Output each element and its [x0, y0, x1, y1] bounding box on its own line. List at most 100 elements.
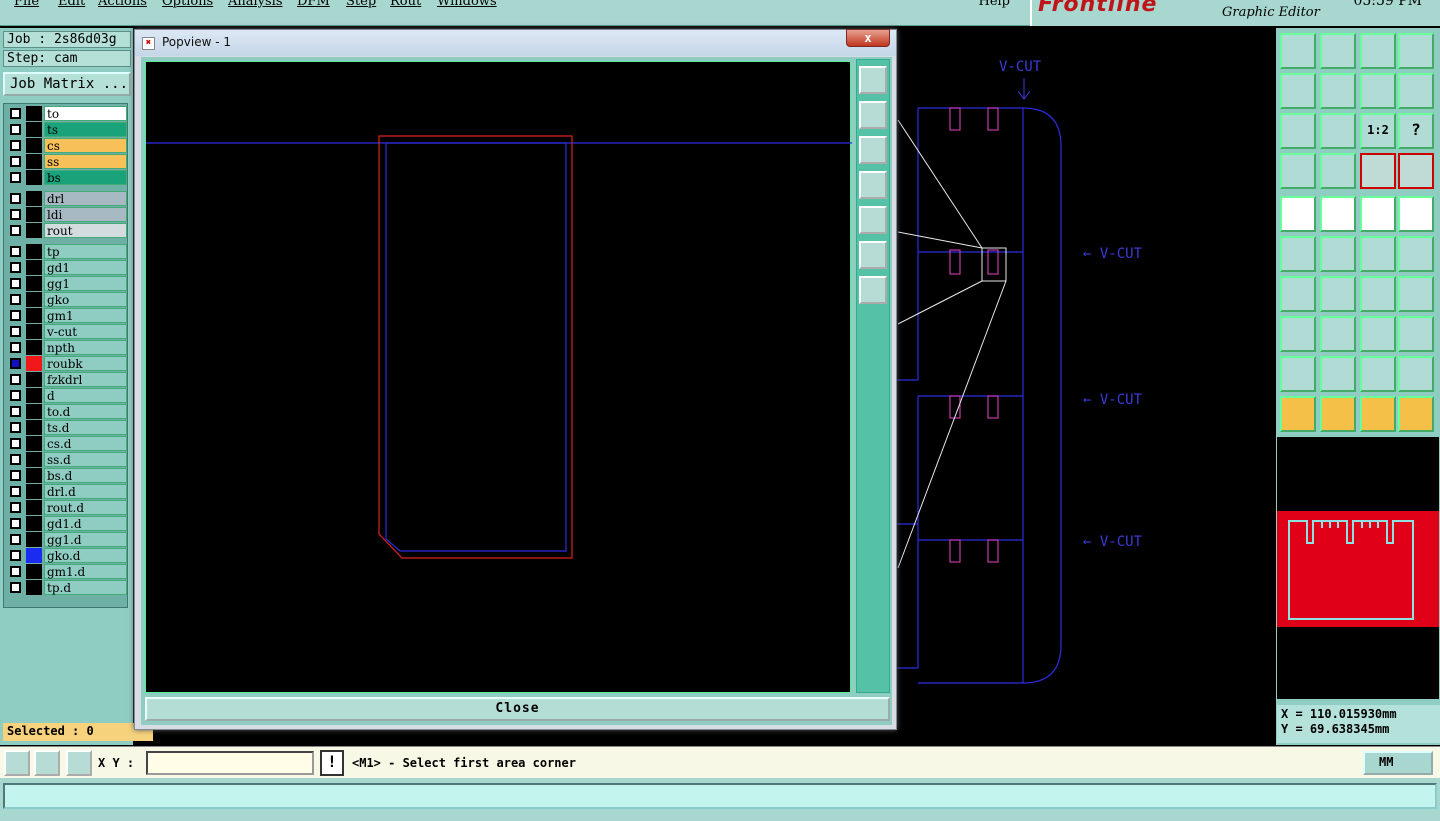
- select-poly-icon[interactable]: [1360, 396, 1396, 432]
- layer-name[interactable]: tp.d: [44, 580, 127, 595]
- layer-row[interactable]: cs.d: [7, 436, 127, 451]
- minimap[interactable]: [1277, 437, 1439, 699]
- layer-name[interactable]: tp: [44, 244, 127, 259]
- layer-checkbox[interactable]: [10, 550, 21, 561]
- layer-name[interactable]: gm1: [44, 308, 127, 323]
- layer-name[interactable]: gko.d: [44, 548, 127, 563]
- pan-left-icon[interactable]: [859, 171, 887, 199]
- menu-file[interactable]: File: [14, 0, 39, 9]
- fit-icon[interactable]: [1280, 113, 1316, 149]
- menu-dfm[interactable]: DFM: [297, 0, 330, 9]
- pan-up-icon[interactable]: [859, 101, 887, 129]
- layer-row[interactable]: d: [7, 388, 127, 403]
- settings-icon[interactable]: [1280, 153, 1316, 189]
- layer-checkbox[interactable]: [10, 225, 21, 236]
- menu-step[interactable]: Step: [346, 0, 376, 9]
- angle-tool-icon[interactable]: [1280, 276, 1316, 312]
- layer-checkbox[interactable]: [10, 438, 21, 449]
- delete-icon[interactable]: [1320, 236, 1356, 272]
- circle-icon[interactable]: [1398, 196, 1434, 232]
- layer-name[interactable]: ss: [44, 154, 127, 169]
- layer-row[interactable]: v-cut: [7, 324, 127, 339]
- step-back-icon[interactable]: [1280, 73, 1316, 109]
- layer-checkbox[interactable]: [10, 406, 21, 417]
- zoom-in-icon[interactable]: [859, 241, 887, 269]
- pad-icon[interactable]: [1280, 196, 1316, 232]
- close-icon[interactable]: x: [846, 29, 890, 47]
- layer-row[interactable]: ss.d: [7, 452, 127, 467]
- layer-checkbox[interactable]: [10, 502, 21, 513]
- close-button[interactable]: Close: [145, 697, 890, 721]
- layer-row[interactable]: gg1.d: [7, 532, 127, 547]
- layer-row[interactable]: gg1: [7, 276, 127, 291]
- ratio-icon[interactable]: 1:2: [1360, 113, 1396, 149]
- snap-red2-icon[interactable]: [1398, 153, 1434, 189]
- layer-checkbox[interactable]: [10, 374, 21, 385]
- layer-row[interactable]: to: [7, 106, 127, 121]
- layer-row[interactable]: roubk: [7, 356, 127, 371]
- layer-row[interactable]: drl.d: [7, 484, 127, 499]
- layer-row[interactable]: ts.d: [7, 420, 127, 435]
- angle-icon[interactable]: [34, 750, 60, 776]
- layer-row[interactable]: tp: [7, 244, 127, 259]
- layer-row[interactable]: gm1.d: [7, 564, 127, 579]
- layer-checkbox[interactable]: [10, 566, 21, 577]
- layer-checkbox[interactable]: [10, 486, 21, 497]
- layer-name[interactable]: gd1: [44, 260, 127, 275]
- layer-row[interactable]: gd1: [7, 260, 127, 275]
- layer-checkbox[interactable]: [10, 124, 21, 135]
- layer-row[interactable]: gm1: [7, 308, 127, 323]
- undo-view-icon[interactable]: [1360, 73, 1396, 109]
- layer-checkbox[interactable]: [10, 582, 21, 593]
- pan-down-icon[interactable]: [859, 136, 887, 164]
- split-view-icon[interactable]: [1398, 33, 1434, 69]
- layer-row[interactable]: gko.d: [7, 548, 127, 563]
- layer-name[interactable]: to: [44, 106, 127, 121]
- layer-row[interactable]: drl: [7, 191, 127, 206]
- layer-name[interactable]: ts.d: [44, 420, 127, 435]
- layer-name[interactable]: cs.d: [44, 436, 127, 451]
- layer-checkbox[interactable]: [10, 246, 21, 257]
- menu-options[interactable]: Options: [162, 0, 213, 9]
- layer-name[interactable]: npth: [44, 340, 127, 355]
- job-matrix-button[interactable]: Job Matrix ...: [3, 72, 131, 96]
- zoom-area-icon[interactable]: [859, 66, 887, 94]
- menu-analysis[interactable]: Analysis: [228, 0, 283, 9]
- layer-row[interactable]: ts: [7, 122, 127, 137]
- layer-row[interactable]: fzkdrl: [7, 372, 127, 387]
- layer-name[interactable]: fzkdrl: [44, 372, 127, 387]
- layer-down-icon[interactable]: [1320, 33, 1356, 69]
- layer-row[interactable]: gko: [7, 292, 127, 307]
- layer-row[interactable]: ss: [7, 154, 127, 169]
- layer-checkbox[interactable]: [10, 534, 21, 545]
- menu-actions[interactable]: Actions: [98, 0, 147, 9]
- font-icon[interactable]: [1360, 356, 1396, 392]
- layer-checkbox[interactable]: [10, 342, 21, 353]
- text-icon[interactable]: [1398, 276, 1434, 312]
- layer-row[interactable]: to.d: [7, 404, 127, 419]
- line-icon[interactable]: [1360, 236, 1396, 272]
- select-box-icon[interactable]: [1320, 396, 1356, 432]
- arc-icon[interactable]: [1320, 356, 1356, 392]
- menu-rout[interactable]: Rout: [390, 0, 421, 9]
- measure-icon[interactable]: [1360, 316, 1396, 352]
- layer-checkbox[interactable]: [10, 310, 21, 321]
- xy-input[interactable]: [146, 751, 314, 775]
- layer-up-icon[interactable]: [1280, 33, 1316, 69]
- layer-name[interactable]: ts: [44, 122, 127, 137]
- layer-checkbox[interactable]: [10, 454, 21, 465]
- layer-name[interactable]: cs: [44, 138, 127, 153]
- layer-row[interactable]: rout: [7, 223, 127, 238]
- layer-checkbox[interactable]: [10, 172, 21, 183]
- layer-checkbox[interactable]: [10, 358, 21, 369]
- warning-icon[interactable]: !: [320, 750, 344, 776]
- layer-name[interactable]: to.d: [44, 404, 127, 419]
- layer-row[interactable]: bs: [7, 170, 127, 185]
- redraw-icon[interactable]: [1398, 73, 1434, 109]
- polygon-icon[interactable]: [1398, 356, 1434, 392]
- layer-checkbox[interactable]: [10, 470, 21, 481]
- resize-icon[interactable]: [1280, 316, 1316, 352]
- layer-row[interactable]: rout.d: [7, 500, 127, 515]
- menu-windows[interactable]: Windows: [437, 0, 497, 9]
- layer-name[interactable]: roubk: [44, 356, 127, 371]
